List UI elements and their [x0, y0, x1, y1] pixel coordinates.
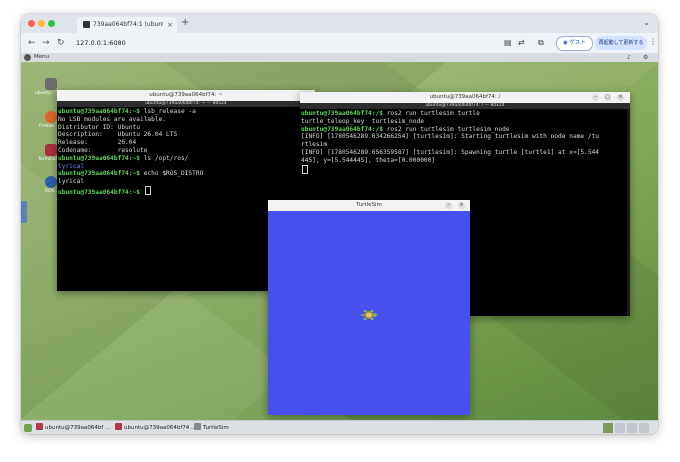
window-title: ubuntu@739aa064bf74: ~ [149, 92, 223, 98]
terminal-line: ubuntu@739aa064bf74:/$ ros2 run turtlesi… [301, 125, 510, 133]
browser-tab[interactable]: 739aa064bf74:1 (ubuntu) - noVNC × [77, 17, 177, 33]
terminal-line: Distributor ID: Ubuntu [58, 123, 140, 131]
turtlesim-window[interactable]: TurtleSim – × [268, 200, 470, 415]
close-icon[interactable]: × [458, 202, 465, 209]
desktop-icon-label: ROS [45, 189, 55, 194]
forward-arrow-icon[interactable]: → [42, 36, 50, 50]
window-title: TurtleSim [356, 202, 382, 208]
workspace-indicator[interactable] [615, 423, 625, 433]
minimize-icon[interactable]: – [445, 202, 452, 209]
close-icon[interactable]: × [617, 94, 624, 101]
terminal-cursor [144, 185, 151, 195]
window-title: ubuntu@739aa064bf74: / [429, 94, 501, 100]
taskbar-item[interactable]: ubuntu@739aa064bf ... [36, 422, 110, 434]
guest-label: ゲスト [569, 40, 587, 46]
terminal-line: Codename: resolute [58, 146, 148, 154]
close-window-button[interactable] [28, 20, 35, 27]
terminal-line: turtle_teleop_key turtlesim_node [301, 117, 424, 125]
terminal-line [301, 164, 626, 176]
workspace-indicator[interactable] [627, 423, 637, 433]
terminal-line: 445], y=[5.544445], theta=[0.000000] [301, 156, 436, 164]
desktop-taskbar: ubuntu@739aa064bf ... ubuntu@739aa064bf7… [21, 420, 658, 434]
clipboard-icon[interactable]: ▤ [504, 37, 512, 49]
menu-label[interactable]: Menu [34, 53, 49, 62]
terminal-line: ubuntu@739aa064bf74:~$ lsb_release -a [58, 108, 196, 115]
taskbar-item-label: TurtleSim [203, 425, 229, 431]
settings-gear-icon[interactable]: ⚙ [643, 53, 648, 62]
terminal-icon [36, 423, 43, 430]
browser-window: 739aa064bf74:1 (ubuntu) - noVNC × + ⌄ ← … [21, 14, 658, 434]
desktop-background[interactable]: ubuntu Firefox Terminal ROS ubuntu@739aa… [21, 62, 658, 420]
turtlesim-window-icon [194, 423, 201, 430]
relaunch-update-button[interactable]: 再起動して更新する [595, 36, 647, 50]
terminal-line: ubuntu@739aa064bf74:~$ ls /opt/ros/ [58, 154, 189, 162]
minimize-icon[interactable]: – [592, 94, 599, 101]
novnc-favicon-icon [83, 21, 90, 28]
taskbar-item-label: ubuntu@739aa064bf ... [45, 425, 111, 431]
window-titlebar[interactable]: TurtleSim – × [268, 200, 470, 211]
back-arrow-icon[interactable]: ← [28, 36, 36, 50]
terminal-line: lyrical [58, 162, 85, 170]
terminal-line: Description: Ubuntu 26.04 LTS [58, 131, 178, 139]
taskbar-item[interactable]: TurtleSim [194, 422, 229, 434]
maximize-icon[interactable]: □ [604, 94, 611, 101]
terminal-cursor [302, 164, 308, 174]
address-bar[interactable]: 127.0.0.1:6080 [76, 37, 126, 49]
zoom-window-button[interactable] [48, 20, 55, 27]
desktop-icon-label: Firefox [39, 124, 54, 129]
taskbar-item-label: ubuntu@739aa064bf74 ... [124, 425, 197, 431]
desktop-icon-label: ubuntu [35, 91, 52, 96]
ros-icon[interactable] [45, 176, 57, 188]
minimize-window-button[interactable] [38, 20, 45, 27]
terminal-line: [INFO] [1780546289.634266254] [turtlesim… [301, 133, 600, 141]
start-menu-icon[interactable] [24, 424, 32, 432]
terminal-line: rtlesim [301, 141, 328, 149]
new-tab-button[interactable]: + [181, 17, 189, 28]
terminal-icon [115, 423, 122, 430]
terminal-line: ubuntu@739aa064bf74:~$ [58, 185, 314, 197]
terminal-line: ubuntu@739aa064bf74:/$ ros2 run turtlesi… [301, 110, 480, 117]
novnc-sidebar-handle[interactable] [21, 201, 27, 223]
browser-menu-icon[interactable]: ⋮ [649, 37, 657, 46]
terminal-line: Release: 26.04 [58, 139, 137, 147]
menu-icon[interactable] [24, 54, 31, 61]
notification-icon[interactable]: ♪ [627, 53, 631, 62]
terminal-line: lyrical [58, 178, 85, 186]
home-folder-icon[interactable] [45, 78, 57, 90]
vnc-viewport[interactable]: Menu ♪ ⚙ ubuntu Firefox Terminal ROS ubu… [21, 53, 658, 434]
terminal-line: No LSB modules are available. [58, 115, 167, 123]
terminal-scrollbar[interactable] [627, 109, 630, 316]
tab-search-chevron-icon[interactable]: ⌄ [643, 18, 650, 27]
translate-icon[interactable]: ⇄ [518, 37, 525, 49]
turtlesim-canvas [268, 211, 470, 415]
taskbar-item[interactable]: ubuntu@739aa064bf74 ... [115, 422, 196, 434]
guest-profile-button[interactable]: ◉ ゲスト [556, 36, 593, 51]
firefox-icon[interactable] [45, 111, 57, 123]
terminal-line: [INFO] [1780546289.656359587] [turtlesim… [301, 148, 600, 156]
extension-icon[interactable]: ⧉ [538, 37, 544, 49]
desktop-icon-label: Terminal [38, 157, 58, 162]
reload-icon[interactable]: ↻ [57, 36, 65, 50]
tab-strip: 739aa064bf74:1 (ubuntu) - noVNC × + ⌄ [21, 14, 658, 33]
workspace-indicator-active[interactable] [603, 423, 613, 433]
workspace-indicator[interactable] [639, 423, 649, 433]
tab-title: 739aa064bf74:1 (ubuntu) - noVNC [93, 21, 163, 28]
terminal-icon[interactable] [45, 144, 57, 156]
window-titlebar[interactable]: ubuntu@739aa064bf74: / – □ × [300, 92, 630, 103]
desktop-top-panel: Menu ♪ ⚙ [21, 53, 658, 62]
browser-toolbar: ← → ↻ 127.0.0.1:6080 ▤ ⇄ ⧉ ◉ ゲスト 再起動して更新… [21, 33, 658, 53]
terminal-line: ubuntu@739aa064bf74:~$ echo $ROS_DISTRO [58, 170, 204, 178]
window-titlebar[interactable]: ubuntu@739aa064bf74: ~ [57, 90, 315, 101]
turtle-icon [361, 310, 377, 320]
tab-close-icon[interactable]: × [167, 17, 173, 33]
